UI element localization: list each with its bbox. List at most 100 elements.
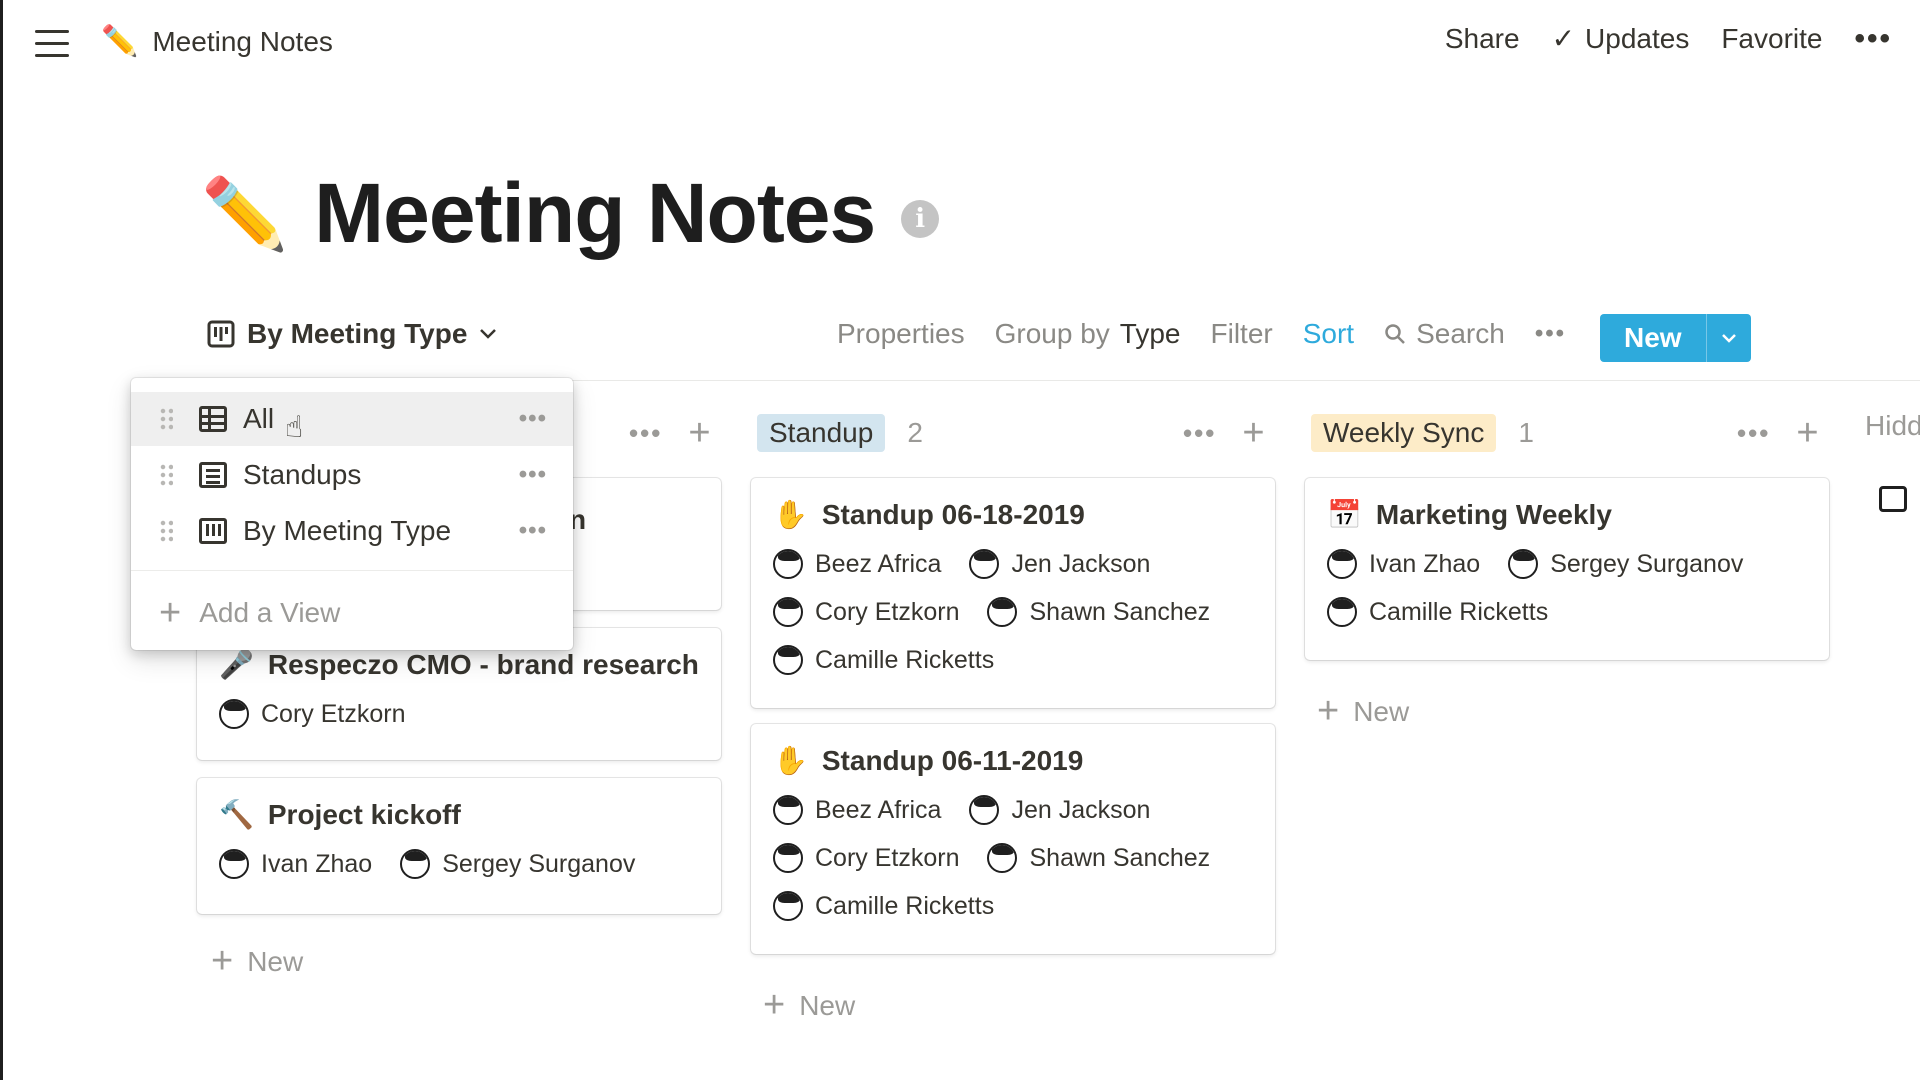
menu-item-more-icon[interactable]: ••• <box>519 405 547 433</box>
favorite-button[interactable]: Favorite <box>1721 23 1822 55</box>
column-tools-1: ••• + <box>1183 410 1265 456</box>
card-title: 📅 Marketing Weekly <box>1327 498 1807 531</box>
updates-button[interactable]: ✓ Updates <box>1552 22 1690 55</box>
card-people: Beez Africa Jen Jackson Cory Etzkorn Sha… <box>773 795 1213 921</box>
chevron-down-icon <box>480 329 497 339</box>
new-dropdown-chevron-icon[interactable] <box>1705 314 1751 362</box>
person-name: Shawn Sanchez <box>1029 843 1211 872</box>
menu-item-more-icon[interactable]: ••• <box>519 461 547 489</box>
person-chip: Sergey Surganov <box>400 849 635 879</box>
plus-icon: + <box>159 591 182 634</box>
column-add-icon[interactable]: + <box>1242 412 1264 455</box>
view-more-icon[interactable]: ••• <box>1535 322 1566 346</box>
person-chip: Ivan Zhao <box>1327 549 1480 579</box>
page-title[interactable]: Meeting Notes <box>314 165 876 262</box>
card-title-text: Standup 06-11-2019 <box>821 744 1084 776</box>
card-title: ✋ Standup 06-11-2019 <box>773 744 1253 777</box>
column-header-weekly-sync[interactable]: Weekly Sync 1 <box>1311 410 1534 456</box>
column-more-icon[interactable]: ••• <box>1737 420 1770 446</box>
current-view-label: By Meeting Type <box>247 318 468 349</box>
add-new-card-button[interactable]: + New <box>1317 690 1409 733</box>
hamburger-menu-icon[interactable] <box>35 30 69 58</box>
person-chip: Camille Ricketts <box>773 891 994 921</box>
filter-button[interactable]: Filter <box>1211 318 1273 350</box>
column-more-icon[interactable]: ••• <box>629 420 662 446</box>
properties-button[interactable]: Properties <box>837 318 965 350</box>
card-title: 🔨 Project kickoff <box>219 798 699 831</box>
add-view-button[interactable]: + Add a View <box>159 588 340 638</box>
new-label: New <box>799 989 856 1021</box>
menu-item-all[interactable]: All ••• <box>131 392 573 446</box>
top-actions: Share ✓ Updates Favorite ••• <box>1445 22 1892 55</box>
new-button[interactable]: New <box>1600 314 1706 362</box>
plus-icon: + <box>1317 690 1340 732</box>
person-name: Camille Ricketts <box>1369 597 1549 626</box>
card-title: ✋ Standup 06-18-2019 <box>773 498 1253 531</box>
column-more-icon[interactable]: ••• <box>1183 420 1216 446</box>
menu-item-label: All <box>243 403 275 434</box>
group-by-button[interactable]: Group by Type <box>995 318 1181 350</box>
person-name: Jen Jackson <box>1011 549 1151 578</box>
person-chip: Jen Jackson <box>969 549 1150 579</box>
checkmark-icon: ✓ <box>1551 23 1576 54</box>
person-name: Jen Jackson <box>1011 795 1151 824</box>
card-people: Ivan Zhao Sergey Surganov Camille Ricket… <box>1327 549 1767 627</box>
list-icon <box>199 462 227 488</box>
menu-item-label: By Meeting Type <box>243 515 452 546</box>
menu-item-by-meeting-type[interactable]: By Meeting Type ••• <box>131 504 573 558</box>
card-title-text: Marketing Weekly <box>1375 498 1612 530</box>
more-options-icon[interactable]: ••• <box>1854 23 1892 54</box>
card-people: Cory Etzkorn <box>219 699 699 729</box>
person-name: Cory Etzkorn <box>261 699 406 728</box>
person-name: Cory Etzkorn <box>815 843 960 872</box>
person-name: Ivan Zhao <box>261 849 373 878</box>
new-label: New <box>1353 695 1410 727</box>
avatar <box>773 795 803 825</box>
calendar-icon: 📅 <box>1327 499 1362 530</box>
page-pencil-icon[interactable]: ✏️ <box>201 179 288 249</box>
card-people: Ivan Zhao Sergey Surganov <box>219 849 699 879</box>
card-title-text: Project kickoff <box>267 798 461 830</box>
group-count: 1 <box>1518 417 1534 448</box>
add-new-card-button[interactable]: + New <box>211 940 303 983</box>
drag-handle-icon[interactable] <box>159 519 173 543</box>
pencil-icon: ✏️ <box>101 25 139 58</box>
card-title-text: Respeczo CMO - brand research <box>267 648 699 680</box>
menu-item-standups[interactable]: Standups ••• <box>131 448 573 502</box>
breadcrumb[interactable]: ✏️ Meeting Notes <box>101 24 333 59</box>
card[interactable]: 🔨 Project kickoff Ivan Zhao Sergey Surga… <box>197 778 721 914</box>
avatar <box>219 699 249 729</box>
microphone-icon: 🎤 <box>219 649 254 680</box>
view-tools: Properties Group by Type Filter Sort Sea… <box>837 318 1566 350</box>
avatar <box>1508 549 1539 579</box>
group-count: 2 <box>907 417 923 448</box>
share-button[interactable]: Share <box>1445 23 1520 55</box>
info-icon[interactable]: i <box>901 199 940 238</box>
avatar <box>773 645 803 675</box>
column-add-icon[interactable]: + <box>1796 412 1818 455</box>
drag-handle-icon[interactable] <box>159 407 173 431</box>
view-toolbar: By Meeting Type Properties Group by Type… <box>3 308 1920 368</box>
drag-handle-icon[interactable] <box>159 463 173 487</box>
board-view-icon <box>207 320 235 348</box>
card[interactable]: ✋ Standup 06-18-2019 Beez Africa Jen Jac… <box>751 478 1275 708</box>
person-name: Camille Ricketts <box>815 891 995 920</box>
plus-icon: + <box>763 984 786 1026</box>
sort-button[interactable]: Sort <box>1303 318 1354 350</box>
column-add-icon[interactable]: + <box>688 412 710 455</box>
hidden-groups-label[interactable]: Hidd <box>1865 410 1920 442</box>
view-selector[interactable]: By Meeting Type <box>207 318 497 350</box>
person-chip: Shawn Sanchez <box>987 843 1210 873</box>
person-name: Ivan Zhao <box>1369 549 1481 578</box>
raised-hand-icon: ✋ <box>773 499 808 530</box>
menu-divider <box>131 570 573 571</box>
avatar <box>773 891 803 921</box>
card[interactable]: 📅 Marketing Weekly Ivan Zhao Sergey Surg… <box>1305 478 1829 660</box>
menu-item-more-icon[interactable]: ••• <box>519 517 547 545</box>
card[interactable]: ✋ Standup 06-11-2019 Beez Africa Jen Jac… <box>751 724 1275 954</box>
group-tag: Weekly Sync <box>1311 414 1497 452</box>
column-header-standup[interactable]: Standup 2 <box>757 410 923 456</box>
person-name: Shawn Sanchez <box>1029 597 1211 626</box>
add-new-card-button[interactable]: + New <box>763 984 855 1027</box>
search-button[interactable]: Search <box>1384 318 1505 350</box>
